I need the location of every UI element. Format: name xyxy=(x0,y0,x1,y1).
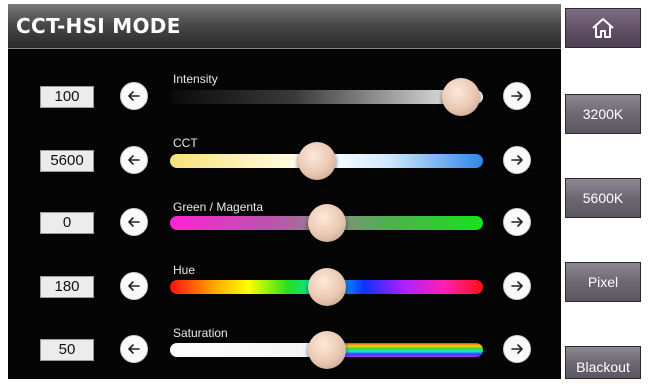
intensity-value: 100 xyxy=(40,86,94,108)
green-magenta-decrease-button[interactable] xyxy=(120,208,148,236)
green-magenta-slider-knob[interactable] xyxy=(307,204,346,242)
intensity-slider-knob[interactable] xyxy=(442,78,481,116)
hue-slider-knob[interactable] xyxy=(307,268,346,306)
saturation-increase-button[interactable] xyxy=(503,335,531,363)
green-magenta-label: Green / Magenta xyxy=(173,200,264,214)
saturation-decrease-button[interactable] xyxy=(120,335,148,363)
cct-value: 5600 xyxy=(40,150,94,172)
saturation-label: Saturation xyxy=(173,326,228,340)
hue-decrease-button[interactable] xyxy=(120,272,148,300)
preset-5600k-button[interactable]: 5600K xyxy=(565,178,641,218)
title-bar: CCT-HSI MODE xyxy=(8,4,561,49)
home-icon xyxy=(592,18,614,38)
cct-label: CCT xyxy=(173,136,198,150)
blackout-button[interactable]: Blackout xyxy=(565,346,641,379)
arrow-right-icon xyxy=(511,281,523,291)
cct-decrease-button[interactable] xyxy=(120,146,148,174)
preset-3200k-button[interactable]: 3200K xyxy=(565,94,641,134)
green-magenta-increase-button[interactable] xyxy=(503,208,531,236)
arrow-right-icon xyxy=(511,217,523,227)
arrow-left-icon xyxy=(128,344,140,354)
hue-value: 180 xyxy=(40,276,94,298)
saturation-value: 50 xyxy=(40,339,94,361)
hue-label: Hue xyxy=(173,263,196,277)
intensity-label: Intensity xyxy=(173,72,218,86)
page-title: CCT-HSI MODE xyxy=(16,14,181,38)
arrow-right-icon xyxy=(511,155,523,165)
arrow-left-icon xyxy=(128,217,140,227)
home-button[interactable] xyxy=(565,8,641,48)
pixel-button[interactable]: Pixel xyxy=(565,262,641,302)
arrow-left-icon xyxy=(128,155,140,165)
cct-increase-button[interactable] xyxy=(503,146,531,174)
arrow-left-icon xyxy=(128,281,140,291)
control-panel: CCT-HSI MODE 100 Intensity 5600 CCT 0 Gr… xyxy=(8,4,561,379)
intensity-increase-button[interactable] xyxy=(503,82,531,110)
hue-increase-button[interactable] xyxy=(503,272,531,300)
arrow-right-icon xyxy=(511,344,523,354)
intensity-slider-track[interactable] xyxy=(170,90,483,104)
cct-slider-knob[interactable] xyxy=(298,142,337,180)
arrow-left-icon xyxy=(128,91,140,101)
green-magenta-value: 0 xyxy=(40,212,94,234)
intensity-decrease-button[interactable] xyxy=(120,82,148,110)
arrow-right-icon xyxy=(511,91,523,101)
saturation-slider-knob[interactable] xyxy=(307,331,346,369)
